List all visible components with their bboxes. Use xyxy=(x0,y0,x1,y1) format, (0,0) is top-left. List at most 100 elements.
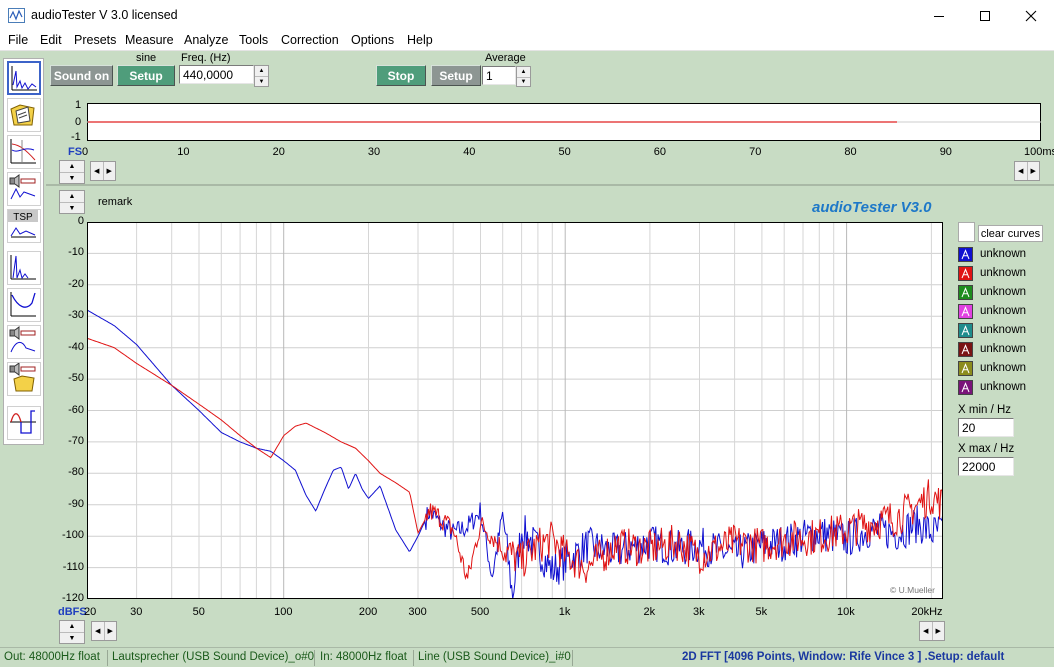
fft-x-tick: 300 xyxy=(408,606,427,618)
legend-item[interactable]: unknown xyxy=(958,380,1048,396)
menu-file[interactable]: File xyxy=(8,33,28,47)
close-icon xyxy=(1025,10,1037,21)
menu-presets[interactable]: Presets xyxy=(74,33,116,47)
menu-analyze[interactable]: Analyze xyxy=(184,33,228,47)
tool-bode-plot[interactable] xyxy=(7,135,41,169)
menu-help[interactable]: Help xyxy=(407,33,433,47)
curve-a-icon[interactable] xyxy=(958,342,973,357)
fft-spectrum-plot xyxy=(87,222,943,599)
menu-edit[interactable]: Edit xyxy=(40,33,62,47)
curve-a-icon[interactable] xyxy=(958,304,973,319)
tool-fft-spectrum[interactable] xyxy=(7,61,41,95)
curve-a-icon[interactable] xyxy=(958,380,973,395)
legend-label: unknown xyxy=(980,248,1027,260)
menu-tools[interactable]: Tools xyxy=(239,33,268,47)
minimize-button[interactable] xyxy=(916,0,962,31)
fft-x-tick: 200 xyxy=(358,606,378,618)
average-spinner[interactable]: ▲ ▼ xyxy=(516,66,531,87)
fft-y-tick: 0 xyxy=(77,215,84,227)
fft-x-scroll-right[interactable]: ◀ ▶ xyxy=(919,621,945,641)
waveform-icon xyxy=(10,410,36,434)
fft-y-tick: -30 xyxy=(68,309,84,322)
scope-x-tick: 80 xyxy=(844,146,857,158)
legend-item[interactable]: unknown xyxy=(958,361,1048,377)
status-input-format: In: 48000Hz float xyxy=(320,651,407,663)
close-button[interactable] xyxy=(1008,0,1054,31)
legend-item[interactable]: unknown xyxy=(958,285,1048,301)
pane-divider[interactable] xyxy=(46,184,1054,186)
scope-y-tick: 1 xyxy=(75,99,82,111)
tool-oscilloscope[interactable] xyxy=(7,406,41,440)
scope-x-tick: 30 xyxy=(367,146,381,158)
scope-plot xyxy=(87,103,1041,141)
xmin-input[interactable]: 20 xyxy=(958,418,1014,437)
tool-open-files[interactable] xyxy=(7,98,41,132)
fft-y-tick: -120 xyxy=(61,592,84,604)
tool-speaker-response[interactable] xyxy=(7,325,41,359)
curve-a-icon[interactable] xyxy=(958,266,973,281)
curve-a-icon[interactable] xyxy=(958,247,973,262)
audiotester-window: audioTester V 3.0 licensed File Edit Pre… xyxy=(0,0,1054,667)
curve-selector-box[interactable] xyxy=(958,222,975,242)
tool-speaker-files[interactable] xyxy=(7,362,41,396)
curve-a-icon[interactable] xyxy=(958,323,973,338)
frequency-input[interactable]: 440,0000 xyxy=(179,65,254,84)
legend-item[interactable]: unknown xyxy=(958,304,1048,320)
fft-x-tick: 2k xyxy=(643,606,656,618)
sound-on-button[interactable]: Sound on xyxy=(50,65,113,86)
legend-item[interactable]: unknown xyxy=(958,323,1048,339)
average-input[interactable]: 1 xyxy=(482,66,516,85)
bode-icon xyxy=(10,139,36,164)
scope-y-tick: 0 xyxy=(75,116,82,128)
curve-a-icon[interactable] xyxy=(958,361,973,376)
tool-tsp[interactable]: TSP xyxy=(7,209,41,243)
average-label: Average xyxy=(485,52,526,64)
legend-label: unknown xyxy=(980,381,1027,393)
scope-x-scroll-left[interactable]: ◀ ▶ xyxy=(90,161,116,181)
stop-button[interactable]: Stop xyxy=(376,65,426,86)
fft-y-tick: -50 xyxy=(68,372,84,385)
copyright-note: © U.Mueller xyxy=(890,585,935,595)
scope-x-tick: 20 xyxy=(272,146,285,158)
menu-correction[interactable]: Correction xyxy=(281,33,339,47)
frequency-spinner[interactable]: ▲ ▼ xyxy=(254,65,269,87)
fft-x-tick: 20 xyxy=(84,606,97,618)
xmax-input[interactable]: 22000 xyxy=(958,457,1014,476)
scope-x-scroll-right[interactable]: ◀ ▶ xyxy=(1014,161,1040,181)
status-input-device: Line (USB Sound Device)_i#0 xyxy=(418,651,571,663)
tool-speaker-test[interactable] xyxy=(7,172,41,206)
legend-item[interactable]: unknown xyxy=(958,342,1048,358)
scope-x-tick: 100ms xyxy=(1024,146,1054,158)
speaker-icon xyxy=(9,174,36,200)
scope-x-tick: 70 xyxy=(749,146,762,158)
generator-mode-label: sine xyxy=(136,52,157,64)
curve-a-icon[interactable] xyxy=(958,285,973,300)
tool-impulse[interactable] xyxy=(7,251,41,285)
fft-x-tick: 1k xyxy=(558,606,571,618)
scope-gain-spinner[interactable]: ▲ ▼ xyxy=(59,160,85,184)
menu-options[interactable]: Options xyxy=(351,33,394,47)
analyzer-setup-button[interactable]: Setup xyxy=(431,65,481,86)
tool-thd[interactable] xyxy=(7,288,41,322)
fft-range-spinner[interactable]: ▲ ▼ xyxy=(59,190,85,214)
maximize-button[interactable] xyxy=(962,0,1008,31)
app-icon xyxy=(8,8,25,26)
fft-y-tick: -20 xyxy=(68,277,84,290)
generator-setup-button[interactable]: Setup xyxy=(117,65,175,86)
legend-label: unknown xyxy=(980,286,1027,298)
scope-x-tick: 0 xyxy=(82,146,89,158)
legend-item[interactable]: unknown xyxy=(958,266,1048,282)
status-output-device: Lautsprecher (USB Sound Device)_o#0 xyxy=(112,651,315,663)
xmin-label: X min / Hz xyxy=(958,404,1012,416)
brand-title: audioTester V3.0 xyxy=(812,199,932,216)
fft-x-tick: 5k xyxy=(755,606,768,618)
scope-x-tick: 40 xyxy=(463,146,476,158)
fft-offset-spinner[interactable]: ▲ ▼ xyxy=(59,620,85,644)
fft-x-tick: 30 xyxy=(130,606,143,618)
fft-x-scroll-left[interactable]: ◀ ▶ xyxy=(91,621,117,641)
clear-curves-button[interactable]: clear curves xyxy=(978,225,1043,242)
menu-measure[interactable]: Measure xyxy=(125,33,174,47)
legend-item[interactable]: unknown xyxy=(958,247,1048,263)
fft-y-tick: -80 xyxy=(68,466,84,479)
scope-x-unit-label: FS xyxy=(68,146,83,158)
